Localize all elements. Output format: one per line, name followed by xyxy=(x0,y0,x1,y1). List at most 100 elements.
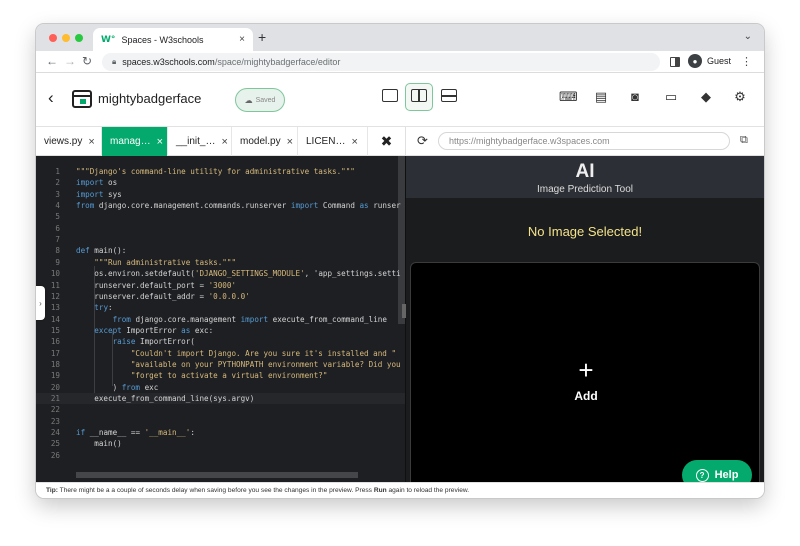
code-line[interactable]: 10 os.environ.setdefault('DJANGO_SETTING… xyxy=(36,268,405,279)
refresh-preview-icon[interactable]: ⟳ xyxy=(417,133,428,149)
file-tab-license[interactable]: LICEN… × xyxy=(298,127,368,156)
forward-arrow-icon[interactable]: → xyxy=(64,54,76,68)
code-line[interactable]: 14 from django.core.management import ex… xyxy=(36,314,405,325)
code-text: import os xyxy=(76,178,118,188)
file-tab-label: __init_… xyxy=(176,136,216,147)
line-number: 16 xyxy=(50,337,60,347)
code-line[interactable]: 16 raise ImportError( xyxy=(36,336,405,347)
layout-split-vertical-icon[interactable] xyxy=(411,89,427,102)
question-icon: ? xyxy=(695,468,709,482)
code-text: def main(): xyxy=(76,246,127,256)
code-line[interactable]: 5 xyxy=(36,211,405,222)
code-line[interactable]: 8 def main(): xyxy=(36,245,405,256)
code-line[interactable]: 26 xyxy=(36,450,405,461)
image-drop-area[interactable]: + Add xyxy=(410,262,760,482)
tip-text-1: There might be a a couple of seconds del… xyxy=(57,487,374,494)
code-line[interactable]: 11 runserver.default_port = '3000' xyxy=(36,280,405,291)
app-header: ‹ mightybadgerface ☁ Saved ⌨ ▤ ◙ ▭ ◆ ⚙ xyxy=(36,73,764,127)
url-field[interactable]: 🔒︎ spaces.w3schools.com/space/mightybadg… xyxy=(102,53,660,71)
tab-search-chevron-icon[interactable]: ⌄ xyxy=(744,31,752,42)
side-panel-icon[interactable] xyxy=(670,57,680,67)
code-line[interactable]: 12 runserver.default_addr = '0.0.0.0' xyxy=(36,291,405,302)
close-window-dot[interactable] xyxy=(49,34,57,42)
close-icon[interactable]: × xyxy=(157,136,163,148)
browser-tab-title: Spaces - W3schools xyxy=(121,34,204,45)
preview-subtitle: Image Prediction Tool xyxy=(537,184,633,195)
layout-split-horizontal-icon[interactable] xyxy=(441,89,457,102)
code-line[interactable]: 6 xyxy=(36,223,405,234)
file-tab-init[interactable]: __init_… × xyxy=(168,127,232,156)
line-number: 5 xyxy=(55,212,60,222)
open-external-icon[interactable]: ⧉ xyxy=(740,134,748,147)
code-text: ) from exc xyxy=(76,382,159,392)
code-line[interactable]: 13 try: xyxy=(36,302,405,313)
close-tab-icon[interactable]: × xyxy=(239,34,245,45)
layout-single-icon[interactable] xyxy=(382,89,398,102)
code-line[interactable]: 19 "forget to activate a virtual environ… xyxy=(36,370,405,381)
browser-menu-icon[interactable]: ⋮ xyxy=(741,55,752,68)
close-icon[interactable]: × xyxy=(221,136,227,148)
expand-sidebar-handle[interactable]: › xyxy=(36,286,45,320)
line-number: 6 xyxy=(55,223,60,233)
line-number: 8 xyxy=(55,246,60,256)
url-host: spaces.w3schools.com xyxy=(122,57,215,67)
file-tab-manage[interactable]: manag… × xyxy=(102,127,168,156)
keyboard-icon[interactable]: ▭ xyxy=(663,89,679,105)
reload-icon[interactable]: ↻ xyxy=(82,54,92,68)
line-number: 25 xyxy=(50,439,60,449)
footer-tip: Tip: There might be a a couple of second… xyxy=(36,482,764,498)
gear-icon[interactable]: ⚙ xyxy=(732,89,748,105)
code-line[interactable]: 21 execute_from_command_line(sys.argv) xyxy=(36,393,405,404)
code-text: "available on your PYTHONPATH environmen… xyxy=(76,359,401,369)
code-line[interactable]: 3 import sys xyxy=(36,189,405,200)
cloud-icon: ☁ xyxy=(244,95,253,105)
code-line[interactable]: 9 """Run administrative tasks.""" xyxy=(36,257,405,268)
preview-url-input[interactable]: https://mightybadgerface.w3spaces.com xyxy=(438,132,730,150)
code-text: raise ImportError( xyxy=(112,337,195,347)
document-icon[interactable]: ▤ xyxy=(593,89,609,105)
no-image-message: No Image Selected! xyxy=(527,224,643,239)
code-line[interactable]: 17 "Couldn't import Django. Are you sure… xyxy=(36,348,405,359)
file-tab-views[interactable]: views.py × xyxy=(36,127,102,156)
back-arrow-icon[interactable]: ← xyxy=(46,54,58,68)
code-line[interactable]: 23 xyxy=(36,416,405,427)
code-editor[interactable]: 1 """Django's command-line utility for ad… xyxy=(36,156,405,482)
code-text: try: xyxy=(94,303,113,313)
tools-button[interactable]: ✖ xyxy=(368,127,406,156)
new-tab-button[interactable]: + xyxy=(258,29,266,45)
code-text: from django.core.management.commands.run… xyxy=(76,201,401,211)
lock-icon: 🔒︎ xyxy=(112,57,117,66)
close-icon[interactable]: × xyxy=(287,136,293,148)
code-line[interactable]: 24 if __name__ == '__main__': xyxy=(36,427,405,438)
code-line[interactable]: 15 except ImportError as exc: xyxy=(36,325,405,336)
code-line[interactable]: 18 "available on your PYTHONPATH environ… xyxy=(36,359,405,370)
line-number: 26 xyxy=(50,450,60,460)
maximize-window-dot[interactable] xyxy=(75,34,83,42)
code-text: "Couldn't import Django. Are you sure it… xyxy=(76,348,397,358)
code-line[interactable]: 7 xyxy=(36,234,405,245)
code-line[interactable]: 1 """Django's command-line utility for ad… xyxy=(36,166,405,177)
code-line[interactable]: 2 import os xyxy=(36,177,405,188)
close-icon[interactable]: × xyxy=(351,136,357,148)
code-line[interactable]: 20 ) from exc xyxy=(36,382,405,393)
close-icon[interactable]: × xyxy=(88,136,94,148)
terminal-icon[interactable]: ⌨ xyxy=(559,89,578,105)
editor-horizontal-scrollbar[interactable] xyxy=(76,472,358,478)
back-chevron-icon[interactable]: ‹ xyxy=(48,88,54,108)
address-bar: ← → ↻ 🔒︎ spaces.w3schools.com/space/migh… xyxy=(36,51,764,73)
line-number: 3 xyxy=(55,189,60,199)
code-line[interactable]: 4 from django.core.management.commands.ru… xyxy=(36,200,405,211)
code-line[interactable]: 25 main() xyxy=(36,438,405,449)
line-number: 24 xyxy=(50,428,60,438)
browser-tab[interactable]: W° Spaces - W3schools × xyxy=(93,28,253,51)
minimize-window-dot[interactable] xyxy=(62,34,70,42)
chip-icon[interactable]: ◙ xyxy=(627,89,643,105)
code-text: """Django's command-line utility for adm… xyxy=(76,167,355,176)
profile-button[interactable]: ● Guest xyxy=(688,54,731,68)
line-number: 1 xyxy=(55,167,60,176)
line-number: 23 xyxy=(50,416,60,426)
code-line[interactable]: 22 xyxy=(36,404,405,415)
graduation-cap-icon[interactable]: ◆ xyxy=(698,89,714,105)
preview-title: AI xyxy=(575,161,595,182)
file-tab-model[interactable]: model.py × xyxy=(232,127,298,156)
